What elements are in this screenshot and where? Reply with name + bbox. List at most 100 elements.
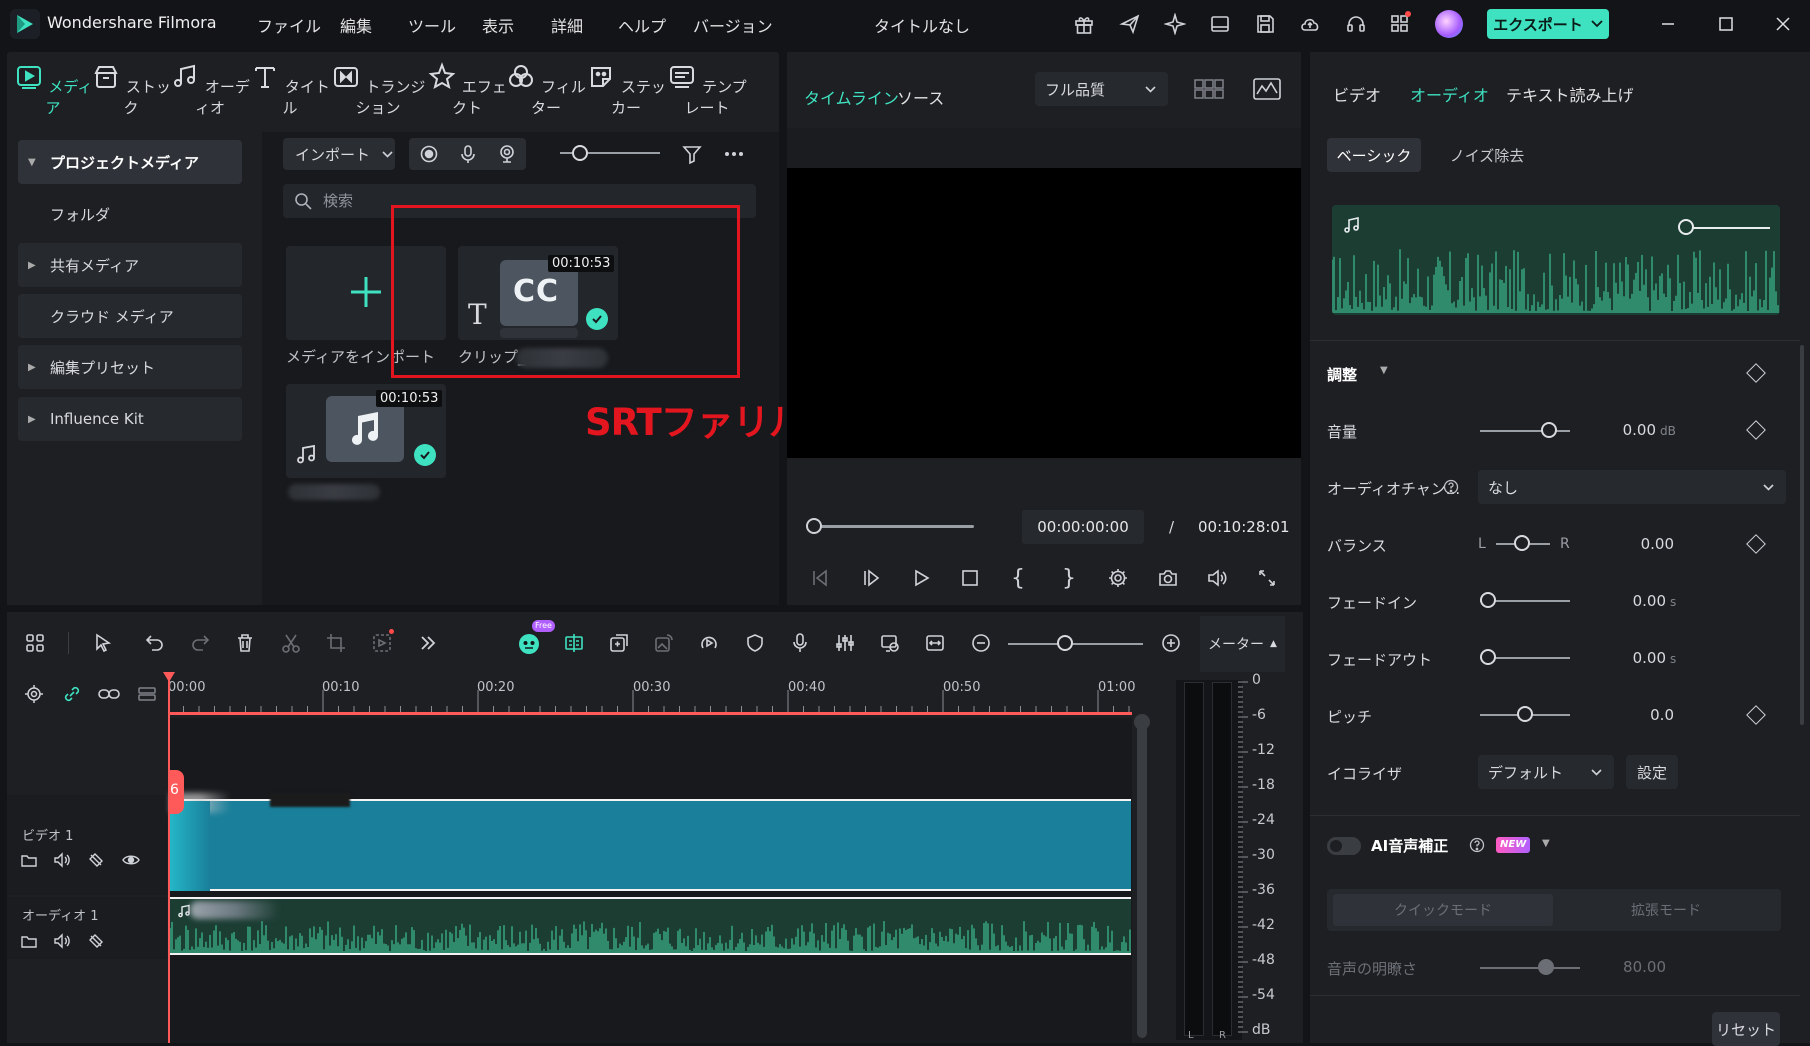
lock-icon[interactable]: [85, 849, 107, 871]
tab-stock[interactable]: ストック: [91, 62, 171, 122]
pitch-value[interactable]: 0.0: [1604, 706, 1674, 724]
quality-select[interactable]: フル品質: [1035, 72, 1168, 106]
volume-slider-knob[interactable]: [1541, 422, 1557, 438]
pitch-slider-knob[interactable]: [1517, 706, 1533, 722]
menu-tools[interactable]: ツール: [408, 13, 456, 37]
tab-audio[interactable]: オーディオ: [170, 62, 250, 122]
tab-media[interactable]: メディア: [13, 62, 93, 122]
menu-edit[interactable]: 編集: [340, 13, 372, 37]
help-circle-icon[interactable]: [1442, 478, 1460, 496]
waveform-volume-slider[interactable]: [1692, 227, 1770, 229]
tab-template[interactable]: テンプレート: [665, 62, 749, 122]
mark-in-icon[interactable]: {: [1002, 562, 1034, 594]
settings-gear-icon[interactable]: [1102, 562, 1134, 594]
timeline-zoom-knob[interactable]: [1057, 635, 1073, 651]
crop-icon[interactable]: [321, 628, 351, 658]
more-tools-chevron-icon[interactable]: [413, 628, 443, 658]
voice-clarity-knob[interactable]: [1538, 959, 1554, 975]
ai-voice-toggle[interactable]: [1327, 837, 1361, 855]
sparkle-icon[interactable]: [1161, 10, 1189, 38]
ai-frame-icon[interactable]: [367, 628, 397, 658]
link-icon[interactable]: [60, 682, 84, 706]
quick-mode-button[interactable]: クイックモード: [1333, 894, 1553, 926]
send-icon[interactable]: [1116, 10, 1144, 38]
zoom-in-icon[interactable]: [1156, 628, 1186, 658]
user-avatar[interactable]: [1435, 10, 1463, 38]
record-screen-icon[interactable]: [419, 144, 439, 164]
extended-mode-button[interactable]: 拡張モード: [1556, 894, 1776, 926]
timeline-scroll-thumb[interactable]: [1137, 718, 1147, 1038]
eye-visibility-icon[interactable]: [120, 849, 142, 871]
image-replace-icon[interactable]: [649, 628, 679, 658]
menu-version[interactable]: バージョン: [693, 13, 773, 37]
menu-help[interactable]: ヘルプ: [618, 13, 666, 37]
mark-out-icon[interactable]: }: [1053, 562, 1085, 594]
fit-width-icon[interactable]: [920, 628, 950, 658]
preview-scrubber[interactable]: [808, 525, 974, 528]
split-screen-icon[interactable]: [604, 628, 634, 658]
ai-robot-icon[interactable]: [514, 628, 544, 658]
waveform-volume-knob[interactable]: [1678, 219, 1694, 235]
add-folder-icon[interactable]: [18, 930, 40, 952]
expand-arrow-icon[interactable]: ▼: [1542, 838, 1550, 849]
cut-scissors-icon[interactable]: [276, 628, 306, 658]
collapse-arrow-icon[interactable]: ▼: [1380, 365, 1388, 376]
tab-transition[interactable]: トランジション: [330, 62, 426, 122]
timeline-zoom-slider[interactable]: [1008, 643, 1143, 645]
filter-funnel-icon[interactable]: [680, 142, 704, 166]
equalizer-select[interactable]: デフォルト: [1478, 755, 1614, 789]
fade-in-value[interactable]: 0.00: [1596, 592, 1666, 610]
playhead[interactable]: [168, 672, 170, 1043]
chain-link-icon[interactable]: [97, 682, 121, 706]
gift-icon[interactable]: [1070, 10, 1098, 38]
volume-icon[interactable]: [51, 930, 73, 952]
export-button[interactable]: エクスポート: [1487, 9, 1609, 39]
fade-out-value[interactable]: 0.00: [1596, 649, 1666, 667]
tab-video-props[interactable]: ビデオ: [1333, 82, 1381, 106]
cloud-upload-icon[interactable]: [1296, 10, 1324, 38]
fade-out-slider-knob[interactable]: [1480, 649, 1496, 665]
add-folder-icon[interactable]: [18, 849, 40, 871]
video-preview-canvas[interactable]: [787, 168, 1301, 458]
headset-icon[interactable]: [1342, 10, 1370, 38]
audio-clip[interactable]: [170, 897, 1131, 955]
tab-sticker[interactable]: ステッカー: [586, 62, 666, 122]
fade-in-slider-knob[interactable]: [1480, 592, 1496, 608]
sidebar-item-project-media[interactable]: ▼ プロジェクトメディア: [18, 140, 242, 184]
save-icon[interactable]: [1251, 10, 1279, 38]
delete-trash-icon[interactable]: [230, 628, 260, 658]
more-options-icon[interactable]: [722, 142, 746, 166]
audio-clip-tile[interactable]: 00:10:53: [286, 384, 446, 478]
select-cursor-icon[interactable]: [89, 628, 119, 658]
tab-timeline-preview[interactable]: タイムライン: [804, 85, 899, 109]
sidebar-item-cloud-media[interactable]: クラウド メディア: [18, 294, 242, 338]
video-clip[interactable]: [170, 793, 1131, 891]
volume-icon[interactable]: [51, 849, 73, 871]
audio-channel-select[interactable]: なし: [1478, 470, 1786, 504]
menu-view[interactable]: 表示: [482, 13, 514, 37]
fullscreen-icon[interactable]: [1251, 562, 1283, 594]
microphone-icon[interactable]: [458, 144, 478, 164]
voice-clarity-slider[interactable]: [1480, 967, 1580, 969]
sidebar-item-edit-presets[interactable]: ▶ 編集プリセット: [18, 345, 242, 389]
meter-toggle[interactable]: メーター ▲: [1200, 616, 1285, 672]
tab-filter[interactable]: フィルター: [506, 62, 586, 122]
maximize-icon[interactable]: [1711, 10, 1741, 38]
zoom-out-icon[interactable]: [966, 628, 996, 658]
tab-title[interactable]: タイトル: [250, 62, 330, 122]
help-circle-icon[interactable]: [1468, 836, 1486, 854]
add-track-icon[interactable]: [135, 682, 159, 706]
tab-source-preview[interactable]: ソース: [897, 85, 944, 109]
preview-scrubber-knob[interactable]: [806, 518, 822, 534]
balance-value[interactable]: 0.00: [1604, 535, 1674, 553]
play-icon[interactable]: [905, 562, 937, 594]
thumb-size-slider-knob[interactable]: [572, 145, 588, 161]
apps-grid-icon[interactable]: [1386, 10, 1414, 38]
record-voiceover-icon[interactable]: [785, 628, 815, 658]
volume-icon[interactable]: [1201, 562, 1233, 594]
auto-subtitle-icon[interactable]: [559, 628, 589, 658]
screen-record-icon[interactable]: [875, 628, 905, 658]
reset-button[interactable]: リセット: [1712, 1012, 1780, 1046]
audio-mixer-icon[interactable]: [830, 628, 860, 658]
sidebar-item-shared-media[interactable]: ▶ 共有メディア: [18, 243, 242, 287]
